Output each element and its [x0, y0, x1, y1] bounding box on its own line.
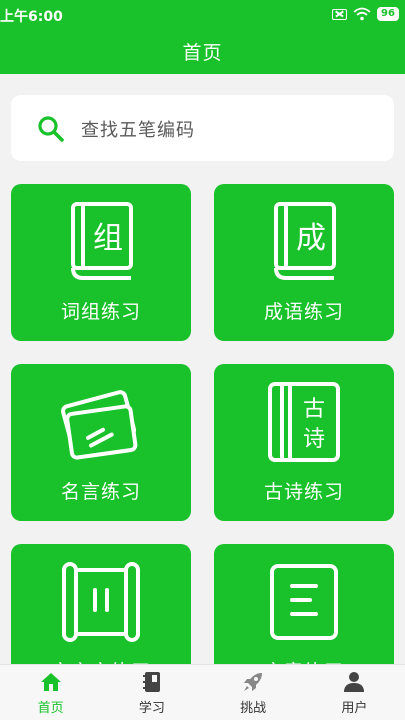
no-sim-icon — [332, 8, 347, 20]
tab-label: 学习 — [138, 701, 165, 716]
scroll-icon — [62, 562, 140, 642]
tab-label: 挑战 — [240, 701, 267, 716]
tab-home[interactable]: 首页 — [0, 665, 101, 720]
book-char: 组 — [93, 221, 123, 256]
bottom-tab-bar: 首页 学习 挑战 用户 — [0, 664, 405, 720]
card-quote-practice[interactable]: 名言练习 — [11, 364, 191, 521]
user-icon — [344, 672, 365, 692]
page-title: 首页 — [182, 42, 223, 64]
status-icons: 96 — [332, 6, 399, 22]
status-time: 上午6:00 — [0, 9, 63, 25]
cards-icon — [61, 390, 138, 460]
card-label: 古诗练习 — [263, 481, 344, 503]
tab-label: 用户 — [341, 701, 368, 716]
tab-label: 首页 — [37, 701, 64, 716]
book-char: 成 — [296, 221, 326, 256]
wifi-icon — [353, 7, 371, 21]
app-header: 上午6:00 96 首页 — [0, 0, 405, 74]
card-idiom-practice[interactable]: 成 成语练习 — [214, 184, 394, 341]
book-cheng-icon: 成 — [274, 202, 336, 280]
tab-user[interactable]: 用户 — [304, 665, 405, 720]
card-label: 名言练习 — [60, 481, 141, 503]
status-bar: 上午6:00 96 — [0, 0, 405, 28]
poem-char-1: 古 — [303, 397, 325, 422]
battery-indicator: 96 — [377, 7, 399, 21]
book-zu-icon: 组 — [71, 202, 133, 280]
notebook-icon — [142, 672, 160, 692]
document-icon — [270, 564, 338, 640]
search-icon — [38, 116, 64, 142]
rocket-icon — [244, 673, 263, 691]
tab-study[interactable]: 学习 — [101, 665, 202, 720]
card-label: 词组练习 — [60, 301, 141, 323]
card-phrase-practice[interactable]: 组 词组练习 — [11, 184, 191, 341]
card-label: 成语练习 — [263, 301, 344, 323]
search-bar[interactable]: 查找五笔编码 — [11, 95, 394, 161]
tab-challenge[interactable]: 挑战 — [203, 665, 304, 720]
home-icon — [40, 673, 61, 691]
poem-char-2: 诗 — [303, 427, 325, 452]
gushi-scroll-icon: 古 诗 — [268, 382, 340, 462]
app-screen: 上午6:00 96 首页 查找五笔编码 组 词组练习 成 成语练习 名言练习 古… — [0, 0, 405, 720]
search-input[interactable]: 查找五笔编码 — [81, 116, 195, 142]
card-poem-practice[interactable]: 古 诗 古诗练习 — [214, 364, 394, 521]
